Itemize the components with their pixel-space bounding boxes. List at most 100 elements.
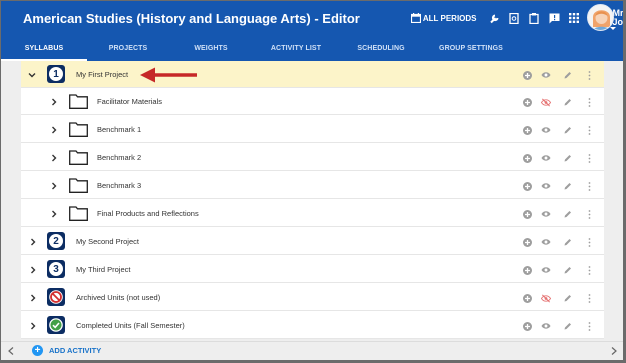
- tab-projects[interactable]: PROJECTS: [87, 35, 169, 61]
- page-title: American Studies (History and Language A…: [23, 10, 360, 26]
- more-vert-icon[interactable]: [584, 265, 594, 275]
- user-name[interactable]: Mrs. Johnson: [613, 9, 624, 27]
- chevron-right-icon[interactable]: [50, 98, 58, 106]
- visibility-icon[interactable]: [541, 321, 551, 331]
- project-number-badge: 2: [47, 232, 65, 250]
- add-circle-icon: +: [32, 345, 43, 356]
- row-label: My First Project: [76, 70, 129, 79]
- edit-icon[interactable]: [563, 237, 573, 247]
- add-icon[interactable]: [522, 153, 532, 163]
- chevron-right-icon[interactable]: [29, 322, 37, 330]
- edit-icon[interactable]: [563, 97, 573, 107]
- more-vert-icon[interactable]: [584, 125, 594, 135]
- edit-icon[interactable]: [563, 181, 573, 191]
- chevron-right-icon[interactable]: [50, 182, 58, 190]
- chevron-right-icon[interactable]: [29, 294, 37, 302]
- visibility-icon[interactable]: [541, 125, 551, 135]
- chevron-right-icon[interactable]: [50, 210, 58, 218]
- list-item[interactable]: Archived Units (not used): [21, 284, 604, 311]
- document-search-icon[interactable]: [509, 12, 520, 24]
- apps-grid-icon[interactable]: [569, 13, 580, 24]
- list-item[interactable]: 1 My First Project: [21, 61, 604, 88]
- tab-activity-list[interactable]: ACTIVITY LIST: [253, 35, 339, 61]
- visibility-icon[interactable]: [541, 209, 551, 219]
- tab-weights[interactable]: WEIGHTS: [169, 35, 253, 61]
- row-label: Benchmark 3: [97, 181, 142, 190]
- visibility-icon[interactable]: [541, 153, 551, 163]
- syllabus-list: 1 My First Project Facilitator Materials: [21, 61, 604, 339]
- list-item[interactable]: 2 My Second Project: [21, 228, 604, 255]
- caret-down-icon[interactable]: [610, 27, 616, 30]
- folder-icon: [69, 178, 88, 193]
- add-icon[interactable]: [522, 181, 532, 191]
- divider: [1, 341, 623, 342]
- add-icon[interactable]: [522, 265, 532, 275]
- calendar-icon: [410, 13, 421, 23]
- chevron-down-icon[interactable]: [28, 71, 36, 79]
- visibility-off-icon[interactable]: [541, 97, 551, 107]
- visibility-icon[interactable]: [541, 265, 551, 275]
- archived-icon: [47, 288, 65, 306]
- more-vert-icon[interactable]: [584, 153, 594, 163]
- list-item[interactable]: Benchmark 1: [21, 116, 604, 143]
- chevron-right-icon[interactable]: [29, 266, 37, 274]
- more-vert-icon[interactable]: [584, 293, 594, 303]
- visibility-off-icon[interactable]: [541, 293, 551, 303]
- add-activity-button[interactable]: + ADD ACTIVITY: [32, 345, 101, 356]
- row-label: Benchmark 1: [97, 125, 142, 134]
- feedback-icon[interactable]: [549, 13, 560, 24]
- edit-icon[interactable]: [563, 153, 573, 163]
- list-item[interactable]: 3 My Third Project: [21, 256, 604, 283]
- tab-scheduling[interactable]: SCHEDULING: [339, 35, 423, 61]
- more-vert-icon[interactable]: [584, 181, 594, 191]
- row-label: Benchmark 2: [97, 153, 142, 162]
- tab-syllabus[interactable]: SYLLABUS: [1, 35, 87, 61]
- more-vert-icon[interactable]: [584, 209, 594, 219]
- add-icon[interactable]: [522, 237, 532, 247]
- visibility-icon[interactable]: [541, 70, 551, 80]
- add-activity-label: ADD ACTIVITY: [49, 346, 102, 355]
- periods-selector[interactable]: ALL PERIODS: [410, 13, 477, 23]
- row-label: Archived Units (not used): [76, 293, 161, 302]
- add-icon[interactable]: [522, 293, 532, 303]
- more-vert-icon[interactable]: [584, 321, 594, 331]
- project-number-badge: 1: [47, 65, 65, 83]
- row-label: Final Products and Reflections: [97, 209, 199, 218]
- chevron-right-icon[interactable]: [50, 154, 58, 162]
- row-label: My Second Project: [76, 237, 139, 246]
- add-icon[interactable]: [522, 97, 532, 107]
- edit-icon[interactable]: [563, 321, 573, 331]
- visibility-icon[interactable]: [541, 237, 551, 247]
- visibility-icon[interactable]: [541, 181, 551, 191]
- add-icon[interactable]: [522, 321, 532, 331]
- chevron-right-icon[interactable]: [29, 238, 37, 246]
- list-item[interactable]: Benchmark 3: [21, 172, 604, 199]
- more-vert-icon[interactable]: [584, 97, 594, 107]
- row-label: Facilitator Materials: [97, 97, 163, 106]
- wrench-icon[interactable]: [489, 13, 500, 24]
- chevron-right-icon[interactable]: [50, 126, 58, 134]
- list-item[interactable]: Completed Units (Fall Semester): [21, 312, 604, 339]
- tab-group-settings[interactable]: GROUP SETTINGS: [423, 35, 519, 61]
- row-label: My Third Project: [76, 265, 131, 274]
- edit-icon[interactable]: [563, 209, 573, 219]
- top-bar: American Studies (History and Language A…: [1, 1, 624, 35]
- add-icon[interactable]: [522, 125, 532, 135]
- scroll-right-icon[interactable]: [611, 347, 617, 355]
- list-item[interactable]: Final Products and Reflections: [21, 200, 604, 227]
- edit-icon[interactable]: [563, 293, 573, 303]
- completed-icon: [47, 316, 65, 334]
- list-item[interactable]: Benchmark 2: [21, 144, 604, 171]
- scroll-left-icon[interactable]: [8, 347, 14, 355]
- add-icon[interactable]: [522, 70, 532, 80]
- folder-icon: [69, 206, 88, 221]
- edit-icon[interactable]: [563, 265, 573, 275]
- folder-icon: [69, 94, 88, 109]
- list-item[interactable]: Facilitator Materials: [21, 88, 604, 115]
- more-vert-icon[interactable]: [584, 70, 594, 80]
- more-vert-icon[interactable]: [584, 237, 594, 247]
- add-icon[interactable]: [522, 209, 532, 219]
- edit-icon[interactable]: [563, 70, 573, 80]
- clipboard-icon[interactable]: [529, 12, 540, 24]
- edit-icon[interactable]: [563, 125, 573, 135]
